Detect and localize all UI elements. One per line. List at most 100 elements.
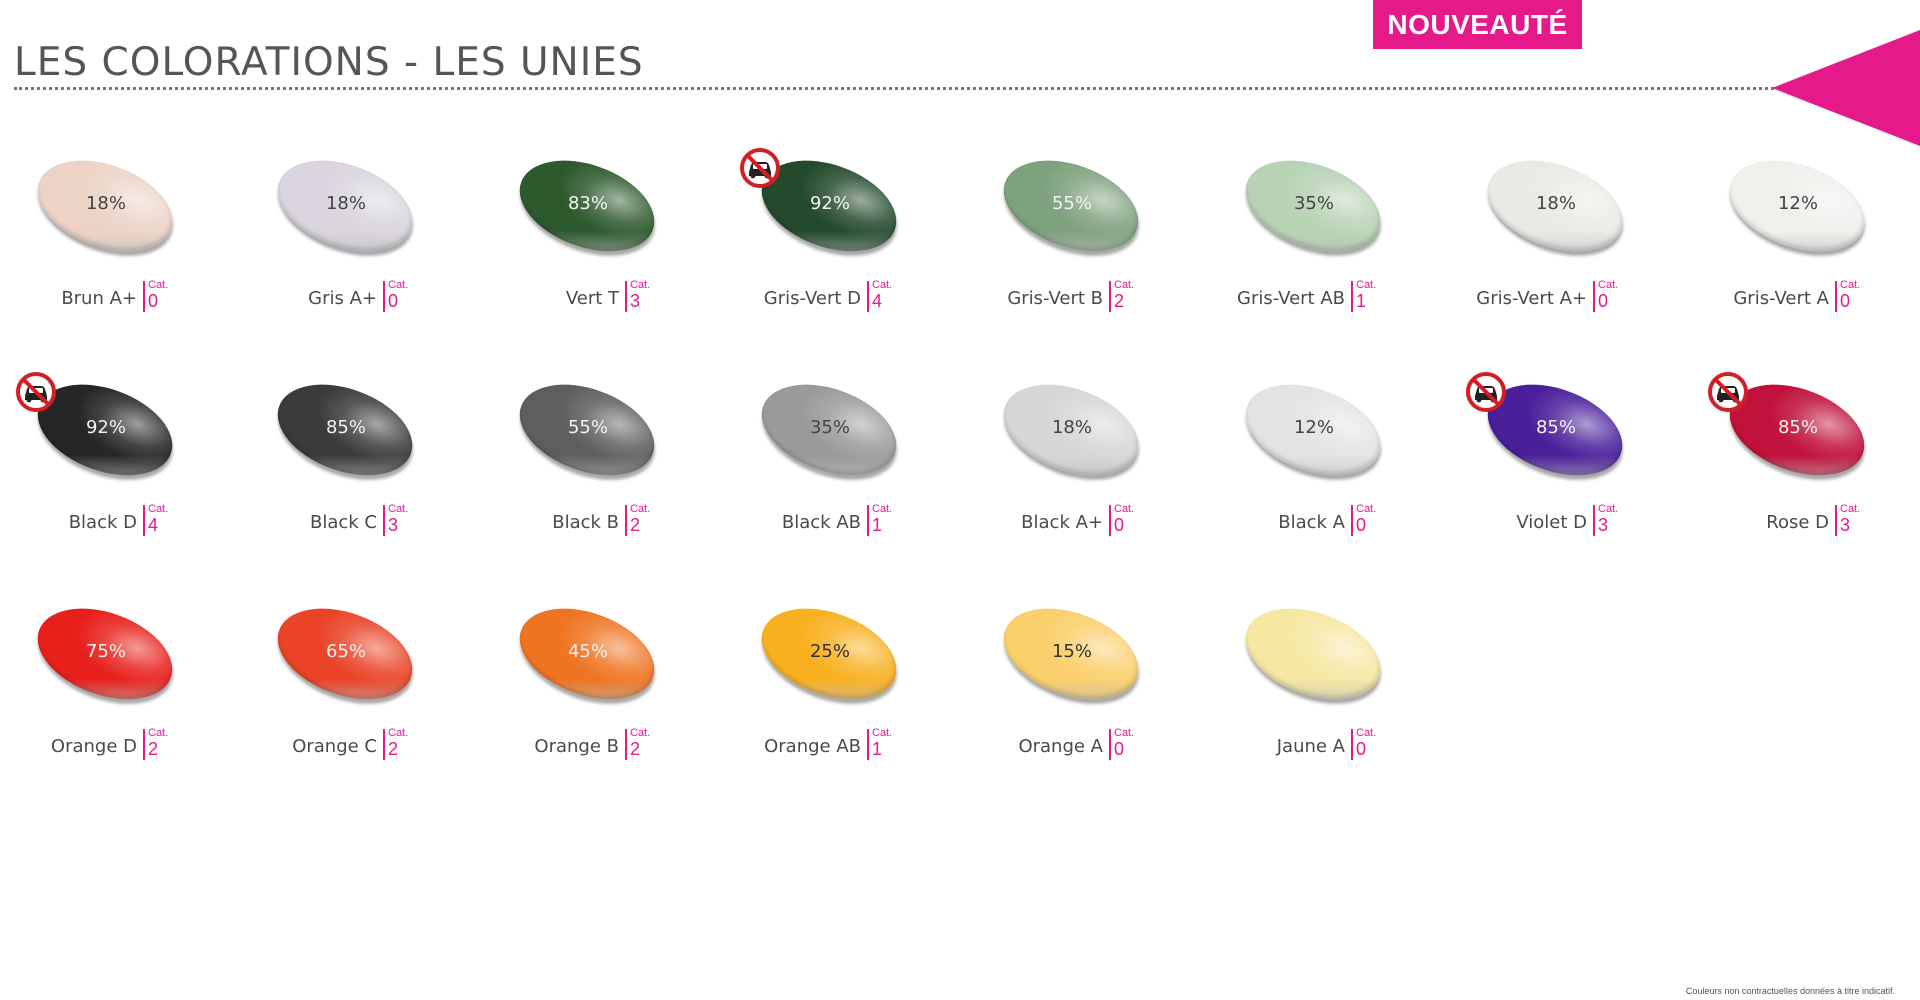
- category-label: Cat.: [1598, 503, 1619, 515]
- lens-card: 35% Black AB Cat. 1: [734, 364, 994, 536]
- category-divider: [383, 281, 385, 312]
- lens-card: 15% Orange A Cat. 0: [976, 588, 1236, 760]
- category-label: Cat.: [872, 279, 893, 291]
- lens-percentage: 92%: [809, 193, 850, 214]
- no-driving-icon: [1708, 372, 1748, 412]
- lens-percentage: 85%: [325, 417, 366, 438]
- category-label: Cat.: [148, 503, 169, 515]
- category-divider: [143, 729, 145, 760]
- category-divider: [1109, 281, 1111, 312]
- category-value: 0: [1840, 291, 1851, 311]
- lens-percentage: 45%: [567, 641, 608, 662]
- lens-percentage: 18%: [85, 193, 126, 214]
- category-label: Cat.: [872, 727, 893, 739]
- lens-percentage: 18%: [1535, 193, 1576, 214]
- category-divider: [383, 729, 385, 760]
- lens-name: Vert T: [565, 288, 619, 309]
- category-value: 1: [1356, 291, 1367, 311]
- category-value: 3: [1840, 515, 1851, 535]
- lens-name: Brun A+: [61, 288, 137, 309]
- category-value: 4: [872, 291, 883, 311]
- lens-card: 75% Orange D Cat. 2: [10, 588, 270, 760]
- lens-percentage: 12%: [1293, 417, 1334, 438]
- category-divider: [1593, 281, 1595, 312]
- category-value: 2: [630, 739, 641, 759]
- lens-percentage: 15%: [1051, 641, 1092, 662]
- category-divider: [1351, 505, 1353, 536]
- lens-card: 83% Vert T Cat. 3: [492, 140, 752, 312]
- category-label: Cat.: [1356, 727, 1377, 739]
- lens-name: Black D: [68, 512, 137, 533]
- lens-card: 85% Rose D Cat. 3: [1702, 364, 1920, 536]
- lens-card: 18% Gris-Vert A+ Cat. 0: [1460, 140, 1720, 312]
- category-divider: [1351, 281, 1353, 312]
- lens-card: 35% Gris-Vert AB Cat. 1: [1218, 140, 1478, 312]
- category-label: Cat.: [872, 503, 893, 515]
- lens-percentage: 65%: [325, 641, 366, 662]
- category-label: Cat.: [630, 727, 651, 739]
- category-label: Cat.: [1840, 503, 1861, 515]
- lens-percentage: 75%: [85, 641, 126, 662]
- category-divider: [143, 281, 145, 312]
- lens-percentage: 83%: [567, 193, 608, 214]
- category-value: 3: [1598, 515, 1609, 535]
- lens-card: 85% Violet D Cat. 3: [1460, 364, 1720, 536]
- category-value: 0: [1356, 515, 1367, 535]
- category-value: 1: [872, 739, 883, 759]
- lens-percentage: 92%: [85, 417, 126, 438]
- no-driving-icon: [740, 148, 780, 188]
- lens-card: 12% Black A Cat. 0: [1218, 364, 1478, 536]
- lens-percentage: 18%: [1051, 417, 1092, 438]
- lens-name: Gris-Vert A+: [1476, 288, 1587, 309]
- footnote: Couleurs non contractuelles données à ti…: [1685, 986, 1895, 996]
- category-value: 1: [872, 515, 883, 535]
- lens-name: Gris-Vert D: [763, 288, 861, 309]
- lens-percentage: 25%: [809, 641, 850, 662]
- lens-card: Jaune A Cat. 0: [1218, 588, 1478, 760]
- lens-percentage: 85%: [1535, 417, 1576, 438]
- new-badge: NOUVEAUTÉ: [1373, 0, 1582, 49]
- category-divider: [1109, 729, 1111, 760]
- category-label: Cat.: [1114, 727, 1135, 739]
- lens-name: Orange AB: [764, 736, 861, 757]
- category-value: 3: [388, 515, 399, 535]
- category-divider: [867, 729, 869, 760]
- lens-percentage: 18%: [325, 193, 366, 214]
- category-label: Cat.: [148, 727, 169, 739]
- category-label: Cat.: [388, 727, 409, 739]
- lens-card: 92% Gris-Vert D Cat. 4: [734, 140, 994, 312]
- lens-name: Orange A: [1018, 736, 1103, 757]
- category-value: 2: [388, 739, 399, 759]
- no-driving-icon: [16, 372, 56, 412]
- category-divider: [383, 505, 385, 536]
- lens-percentage: 85%: [1777, 417, 1818, 438]
- dotted-divider: [14, 87, 1774, 90]
- lens-percentage: 35%: [1293, 193, 1334, 214]
- lens-name: Jaune A: [1276, 736, 1345, 757]
- page-title: LES COLORATIONS - LES UNIES: [14, 40, 644, 85]
- category-divider: [867, 505, 869, 536]
- category-label: Cat.: [1114, 503, 1135, 515]
- no-driving-icon: [1466, 372, 1506, 412]
- category-value: 0: [1114, 739, 1125, 759]
- category-divider: [625, 281, 627, 312]
- category-label: Cat.: [1840, 279, 1861, 291]
- category-value: 3: [630, 291, 641, 311]
- accent-triangle: [1772, 30, 1920, 146]
- lens-percentage: 55%: [567, 417, 608, 438]
- lens-name: Orange C: [292, 736, 377, 757]
- lens-card: 12% Gris-Vert A Cat. 0: [1702, 140, 1920, 312]
- lens-name: Black A: [1278, 512, 1345, 533]
- category-divider: [1351, 729, 1353, 760]
- lens-name: Gris-Vert AB: [1237, 288, 1345, 309]
- lens-percentage: 35%: [809, 417, 850, 438]
- category-value: 0: [148, 291, 159, 311]
- lens-card: 55% Gris-Vert B Cat. 2: [976, 140, 1236, 312]
- lens-card: 85% Black C Cat. 3: [250, 364, 510, 536]
- category-divider: [1109, 505, 1111, 536]
- lens-name: Gris-Vert A: [1733, 288, 1829, 309]
- category-divider: [1835, 505, 1837, 536]
- lens-percentage: 55%: [1051, 193, 1092, 214]
- lens-name: Orange D: [50, 736, 137, 757]
- category-divider: [143, 505, 145, 536]
